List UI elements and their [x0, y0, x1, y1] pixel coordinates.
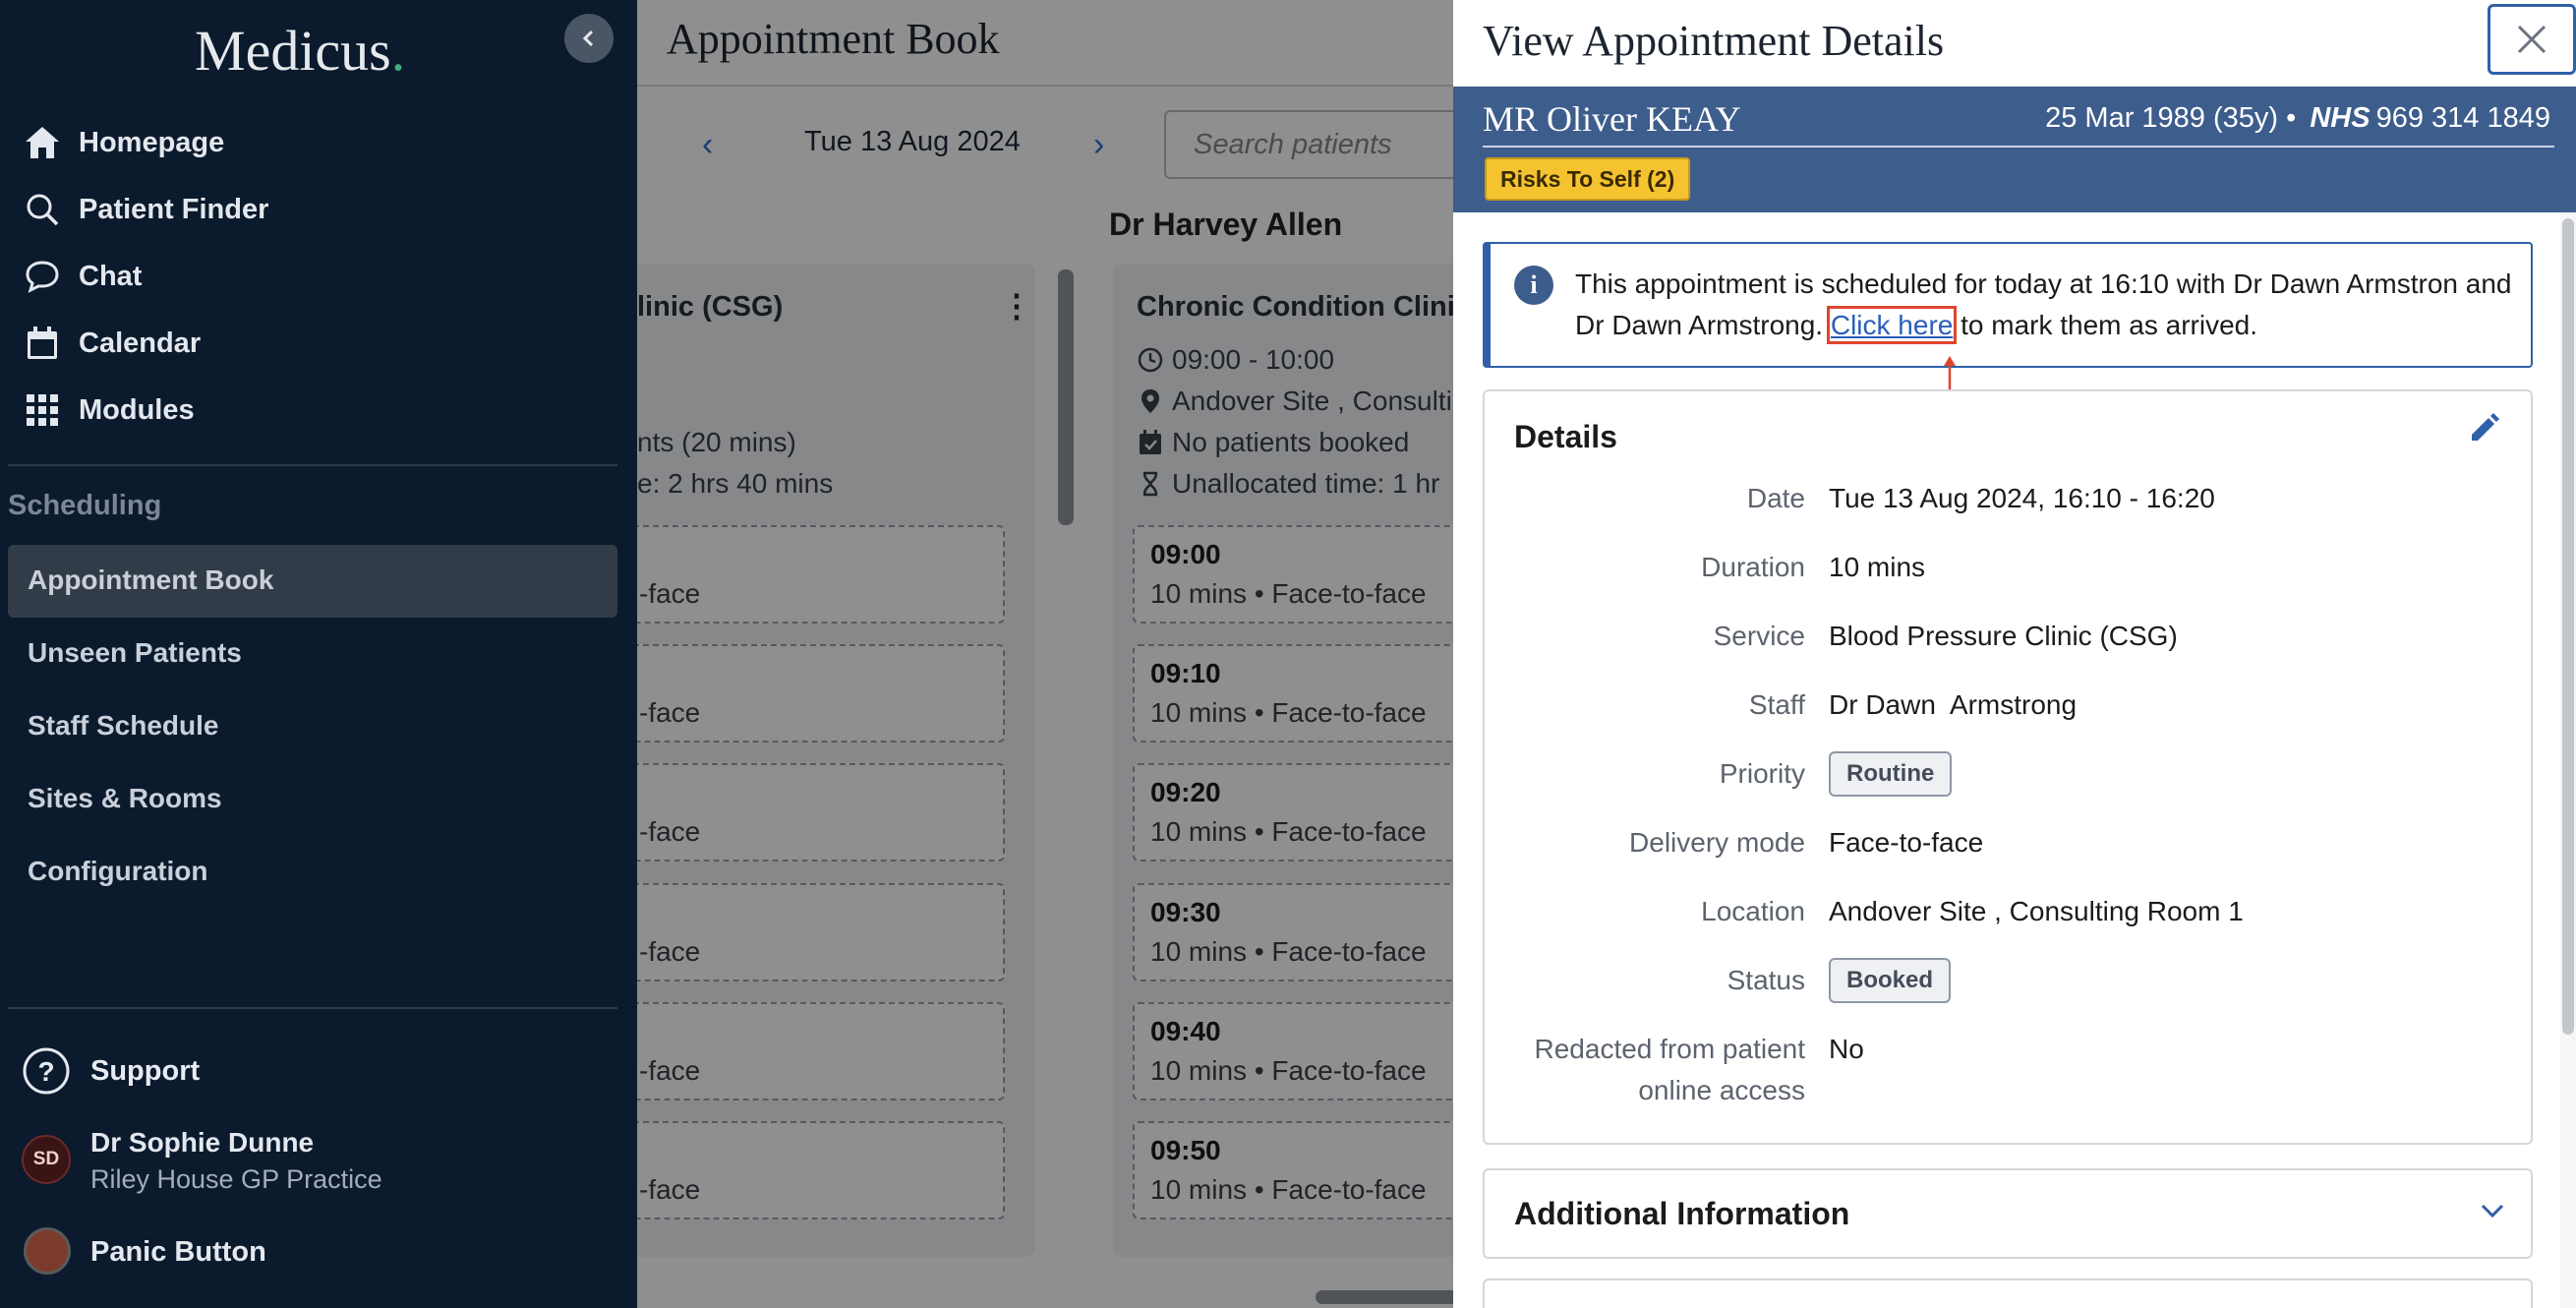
- alert-text: This appointment is scheduled for today …: [1575, 268, 2512, 344]
- help-icon: ?: [23, 1047, 70, 1095]
- info-icon: i: [1514, 266, 1553, 305]
- service-value: Blood Pressure Clinic (CSG): [1829, 621, 2178, 651]
- status-label: Status: [1727, 965, 1805, 995]
- patient-dob: 25 Mar 1989 (35y): [2045, 102, 2279, 134]
- panic-button-icon[interactable]: [24, 1227, 71, 1275]
- delivery-mode-value: Face-to-face: [1829, 827, 1984, 858]
- separator: •: [2286, 102, 2297, 134]
- chevron-left-icon: [582, 30, 594, 47]
- user-name[interactable]: Dr Sophie Dunne: [90, 1127, 314, 1159]
- redacted-label: Redacted from patient: [1534, 1034, 1806, 1064]
- divider: [8, 1007, 617, 1009]
- nhs-number: 969 314 1849: [2375, 102, 2550, 134]
- nav-patient-finder[interactable]: Patient Finder: [22, 185, 268, 234]
- location-label: Location: [1701, 896, 1805, 926]
- duration-value: 10 mins: [1829, 552, 1926, 582]
- support-link[interactable]: ? Support: [22, 1046, 200, 1096]
- details-title: Details: [1514, 419, 1617, 454]
- drawer-title: View Appointment Details: [1483, 17, 1945, 65]
- nav-homepage-label: Homepage: [79, 126, 225, 158]
- nav-calendar[interactable]: Calendar: [22, 319, 201, 368]
- redacted-value: No: [1829, 1034, 1864, 1064]
- arrival-alert: i This appointment is scheduled for toda…: [1483, 242, 2533, 368]
- status-badge: Booked: [1829, 958, 1952, 1003]
- sidebar-item-appointment-book[interactable]: Appointment Book: [28, 565, 273, 596]
- date-value: Tue 13 Aug 2024, 16:10 - 16:20: [1829, 483, 2215, 513]
- calendar-icon: [22, 323, 63, 364]
- drawer-scrollbar[interactable]: [2562, 218, 2574, 1035]
- priority-badge: Routine: [1829, 751, 1953, 797]
- divider: [1483, 146, 2554, 148]
- service-label: Service: [1713, 621, 1805, 651]
- appointment-details-drawer: View Appointment Details MR Oliver KEAY …: [1453, 0, 2576, 1308]
- annotation-arrow-icon: [1944, 356, 1956, 393]
- divider: [8, 464, 617, 466]
- sidebar-item-sites-rooms[interactable]: Sites & Rooms: [28, 783, 222, 814]
- nav-chat[interactable]: Chat: [22, 252, 142, 301]
- delivery-mode-label: Delivery mode: [1629, 827, 1805, 858]
- modal-backdrop[interactable]: [637, 0, 1453, 1308]
- sidebar-item-staff-schedule[interactable]: Staff Schedule: [28, 710, 218, 742]
- priority-label: Priority: [1719, 758, 1805, 789]
- patient-demographics: 25 Mar 1989 (35y) • NHS 969 314 1849: [2045, 102, 2550, 135]
- support-label: Support: [90, 1054, 201, 1087]
- nav-homepage[interactable]: Homepage: [22, 118, 224, 167]
- additional-information-accordion[interactable]: Additional Information: [1483, 1168, 2533, 1259]
- details-card: Details Date Tue 13 Aug 2024, 16:10 - 16…: [1483, 389, 2533, 1145]
- collapse-sidebar-button[interactable]: [564, 14, 614, 63]
- chevron-down-icon: [2481, 1204, 2504, 1219]
- patient-banner: MR Oliver KEAY 25 Mar 1989 (35y) • NHS 96…: [1453, 87, 2576, 212]
- risk-badge[interactable]: Risks To Self (2): [1485, 157, 1691, 201]
- sidebar-item-unseen-patients[interactable]: Unseen Patients: [28, 637, 242, 669]
- close-icon: [2517, 25, 2547, 54]
- user-practice: Riley House GP Practice: [90, 1164, 382, 1194]
- patient-name[interactable]: MR Oliver KEAY: [1483, 98, 1741, 140]
- redacted-label-line2: online access: [1638, 1075, 1805, 1105]
- chat-icon: [22, 256, 63, 297]
- additional-information-title: Additional Information: [1514, 1196, 1850, 1231]
- nhs-logo: NHS: [2310, 102, 2371, 134]
- nav-modules-label: Modules: [79, 393, 195, 426]
- section-scheduling: Scheduling: [8, 490, 162, 521]
- close-button[interactable]: [2488, 4, 2576, 75]
- staff-label: Staff: [1748, 689, 1805, 720]
- svg-text:?: ?: [37, 1056, 54, 1087]
- panic-button[interactable]: Panic Button: [90, 1236, 266, 1269]
- search-icon: [22, 189, 63, 230]
- staff-value: Dr Dawn Armstrong: [1829, 689, 2078, 720]
- date-label: Date: [1746, 483, 1805, 513]
- avatar[interactable]: SD: [22, 1135, 71, 1184]
- sidebar: Medicus. Homepage Patient Finder Chat Ca…: [0, 0, 637, 1308]
- mark-arrived-link[interactable]: Click here: [1826, 306, 1958, 344]
- next-section-card: [1483, 1278, 2533, 1308]
- sidebar-item-configuration[interactable]: Configuration: [28, 856, 208, 887]
- nav-chat-label: Chat: [79, 260, 143, 292]
- duration-label: Duration: [1701, 552, 1805, 582]
- nav-modules[interactable]: Modules: [22, 386, 195, 435]
- nav-calendar-label: Calendar: [79, 327, 202, 359]
- grid-icon: [22, 389, 63, 431]
- location-value: Andover Site , Consulting Room 1: [1829, 896, 2244, 926]
- home-icon: [22, 122, 63, 163]
- medicus-logo[interactable]: Medicus.: [195, 18, 405, 84]
- nav-patient-finder-label: Patient Finder: [79, 193, 269, 225]
- edit-pencil-icon[interactable]: [2464, 407, 2503, 446]
